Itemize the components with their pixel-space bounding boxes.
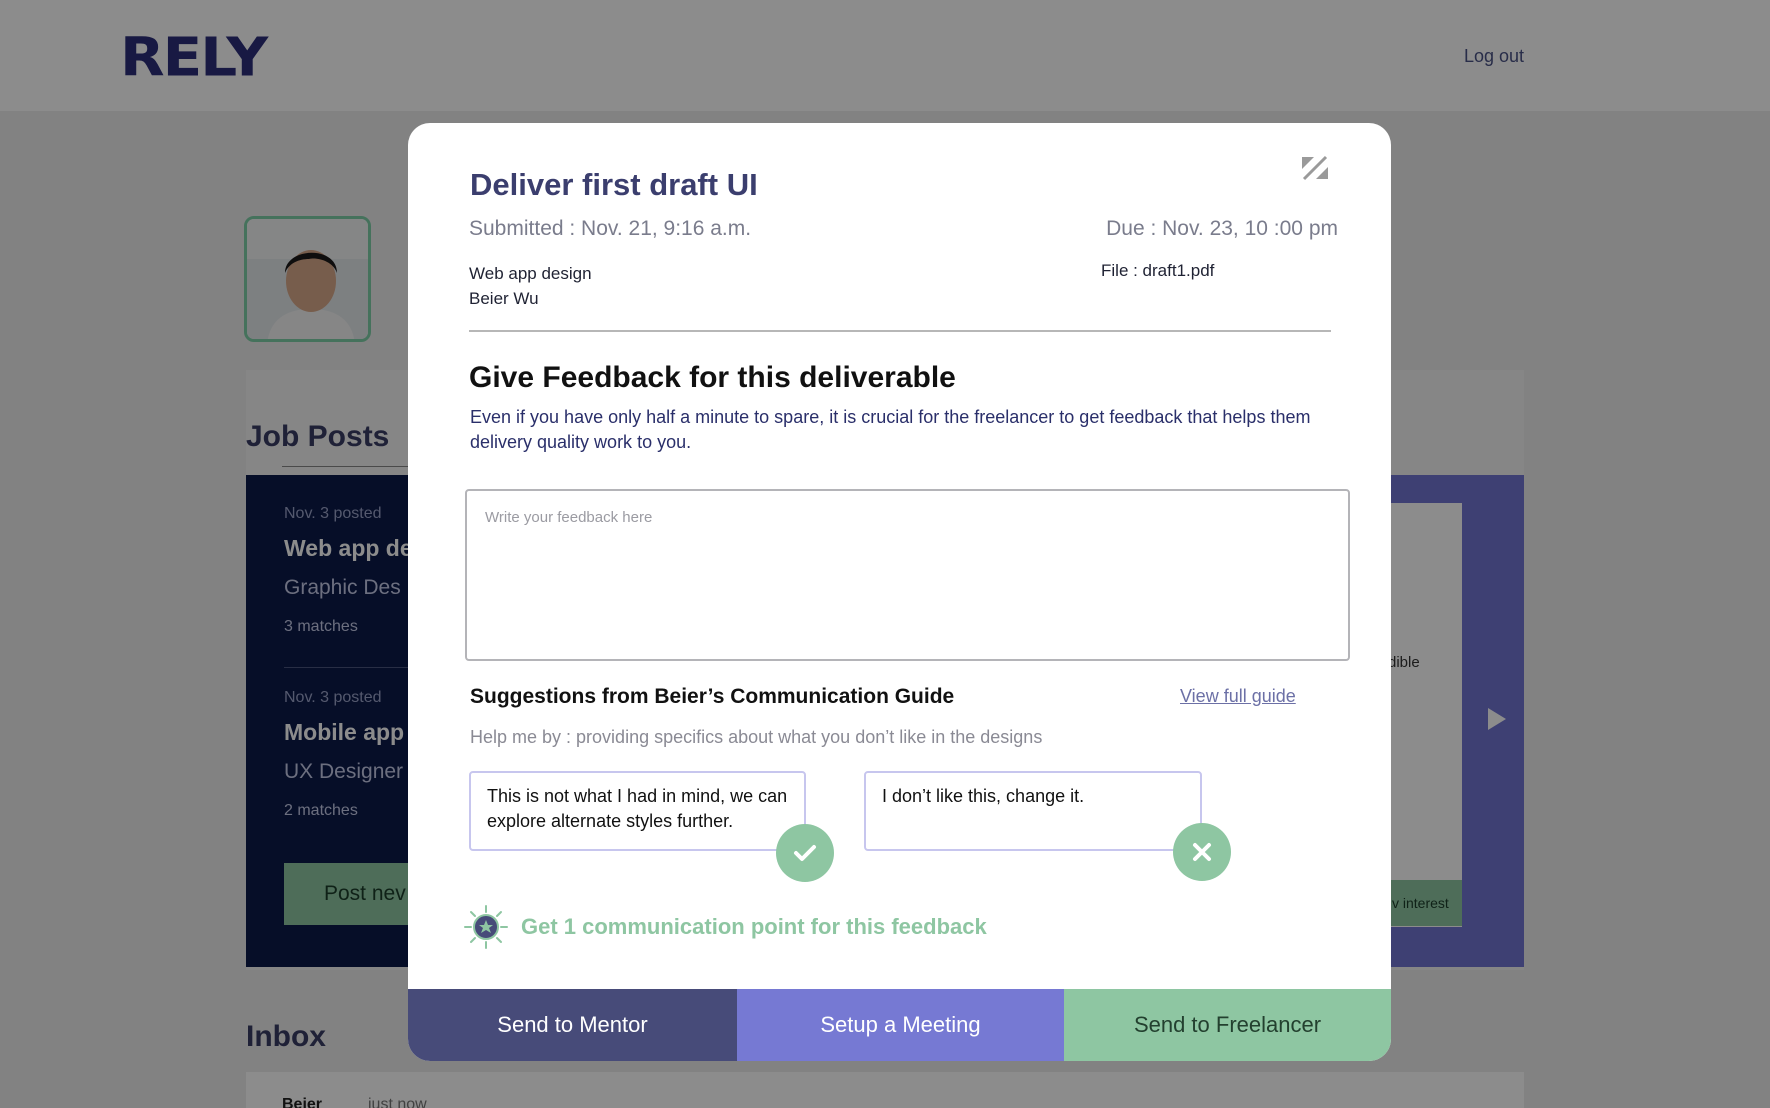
section-divider xyxy=(469,330,1331,332)
badge-star-icon xyxy=(464,905,508,949)
modal-actions: Send to Mentor Setup a Meeting Send to F… xyxy=(408,989,1391,1061)
suggestion-good-example[interactable]: This is not what I had in mind, we can e… xyxy=(469,771,806,851)
collapse-modal-icon[interactable] xyxy=(1300,155,1330,181)
send-to-freelancer-button[interactable]: Send to Freelancer xyxy=(1064,989,1391,1061)
check-icon[interactable] xyxy=(776,824,834,882)
suggestion-bad-example[interactable]: I don’t like this, change it. xyxy=(864,771,1202,851)
feedback-modal: Deliver first draft UI Submitted : Nov. … xyxy=(408,123,1391,1061)
close-x-icon[interactable] xyxy=(1173,823,1231,881)
feedback-description: Even if you have only half a minute to s… xyxy=(470,407,1311,452)
freelancer-name[interactable]: Beier Wu xyxy=(469,286,592,311)
setup-meeting-button[interactable]: Setup a Meeting xyxy=(737,989,1064,1061)
feedback-heading: Give Feedback for this deliverable xyxy=(469,361,956,394)
feedback-textarea[interactable] xyxy=(465,489,1350,661)
deliverable-meta: Web app design Beier Wu xyxy=(469,261,592,311)
view-full-guide-link[interactable]: View full guide xyxy=(1180,686,1296,707)
project-name: Web app design xyxy=(469,264,592,283)
deliverable-title: Deliver first draft UI xyxy=(470,167,758,202)
attached-file[interactable]: File : draft1.pdf xyxy=(1101,261,1214,281)
communication-points: Get 1 communication point for this feedb… xyxy=(463,904,987,950)
points-text: Get 1 communication point for this feedb… xyxy=(521,914,987,939)
suggestions-heading: Suggestions from Beier’s Communication G… xyxy=(470,685,955,708)
submitted-date: Submitted : Nov. 21, 9:16 a.m. xyxy=(469,217,752,240)
help-hint: Help me by : providing specifics about w… xyxy=(470,727,1043,747)
due-date: Due : Nov. 23, 10 :00 pm xyxy=(1106,217,1338,240)
send-to-mentor-button[interactable]: Send to Mentor xyxy=(408,989,737,1061)
